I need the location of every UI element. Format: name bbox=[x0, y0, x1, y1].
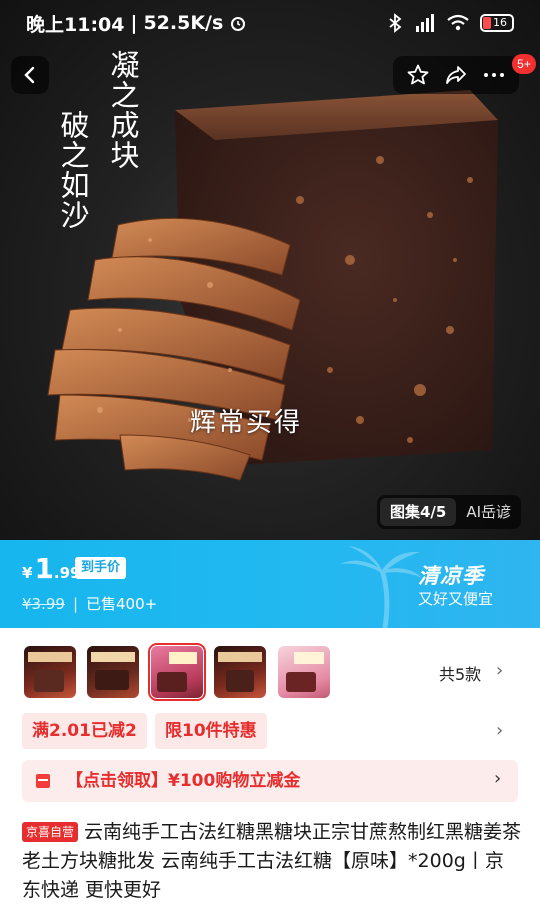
hand-price-tag: 到手价 bbox=[75, 557, 127, 579]
tab-gallery[interactable]: 图集4/5 bbox=[380, 498, 457, 526]
variant-count[interactable]: 共5款 bbox=[439, 661, 481, 685]
tab-ai[interactable]: AI岳谚 bbox=[456, 498, 521, 526]
wifi-icon bbox=[447, 14, 469, 31]
gallery-switcher: 图集4/5 AI岳谚 bbox=[377, 495, 522, 529]
status-time: 晚上11:04 bbox=[26, 13, 125, 36]
chevron-left-icon bbox=[24, 66, 35, 84]
chevron-right-icon: › bbox=[494, 768, 502, 789]
coupon-icon bbox=[36, 774, 50, 788]
variant-thumb-3[interactable] bbox=[148, 643, 206, 701]
coupon-banner[interactable]: 【点击领取】¥100购物立减金 › bbox=[22, 760, 518, 802]
discount-tag-full-reduction[interactable]: 满2.01已减2 bbox=[22, 713, 147, 749]
chevron-right-icon[interactable]: › bbox=[496, 660, 503, 681]
notification-badge: 5+ bbox=[512, 54, 536, 74]
favorite-button[interactable] bbox=[403, 60, 433, 90]
variant-thumb-5[interactable] bbox=[278, 646, 330, 698]
product-title: 京喜自营 云南纯手工古法红糖黑糖块正宗甘蔗熬制红黑糖姜茶老土方块糖批发 云南纯手工… bbox=[22, 818, 522, 905]
chevron-right-icon[interactable]: › bbox=[496, 720, 503, 741]
net-speed: 52.5K/s bbox=[143, 12, 224, 34]
back-button[interactable] bbox=[11, 56, 49, 94]
self-operated-badge: 京喜自营 bbox=[22, 822, 79, 842]
original-price: ¥3.99 bbox=[22, 594, 65, 613]
discount-tag-limited[interactable]: 限10件特惠 bbox=[155, 713, 267, 749]
more-button[interactable] bbox=[479, 60, 509, 90]
hero-text-right: 凝之成块 bbox=[106, 50, 140, 170]
more-icon bbox=[484, 73, 504, 77]
current-price: ¥ 1 .99 bbox=[22, 552, 81, 585]
coupon-text: 【点击领取】¥100购物立减金 bbox=[66, 771, 301, 791]
share-button[interactable] bbox=[441, 60, 471, 90]
variant-thumb-1[interactable] bbox=[24, 646, 76, 698]
product-title-text: 云南纯手工古法红糖黑糖块正宗甘蔗熬制红黑糖姜茶老土方块糖批发 云南纯手工古法红糖… bbox=[22, 821, 522, 901]
alarm-icon bbox=[231, 17, 246, 31]
share-icon bbox=[446, 66, 466, 84]
battery-icon: 16 bbox=[480, 14, 514, 32]
variant-thumb-4[interactable] bbox=[214, 646, 266, 698]
signal-icon bbox=[416, 14, 434, 32]
sold-count: 已售400+ bbox=[86, 595, 158, 613]
bluetooth-icon bbox=[389, 13, 402, 33]
star-icon bbox=[407, 64, 429, 85]
hero-caption: 辉常买得 bbox=[190, 408, 303, 438]
variant-thumb-2[interactable] bbox=[87, 646, 139, 698]
promo-subtitle: 又好又便宜 bbox=[418, 590, 494, 608]
price-meta: ¥3.99 | 已售400+ bbox=[22, 594, 158, 614]
top-actions bbox=[393, 56, 519, 94]
status-bar: 晚上11:04 | 52.5K/s 16 bbox=[0, 0, 540, 46]
promo-title[interactable]: 清凉季 bbox=[418, 560, 484, 590]
hero-text-left: 破之如沙 bbox=[56, 110, 90, 230]
